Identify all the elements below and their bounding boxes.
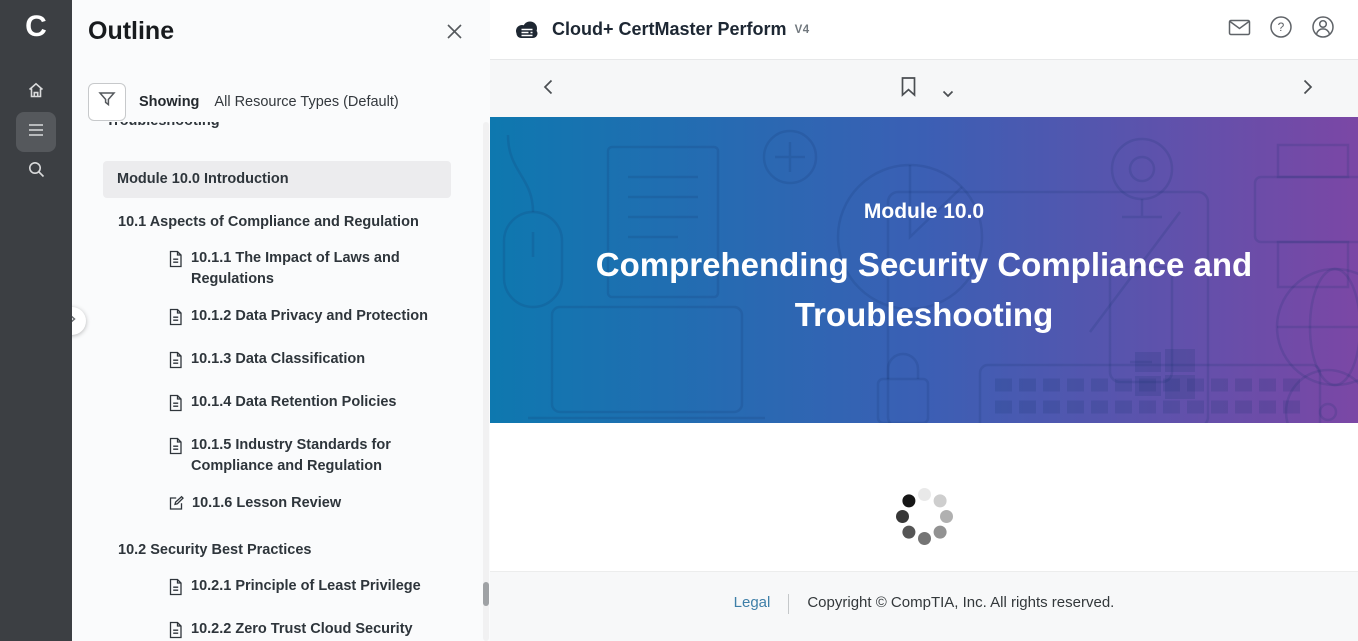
app-title: Cloud+ CertMaster Perform bbox=[552, 19, 787, 40]
outline-menu-button[interactable] bbox=[16, 112, 56, 152]
outline-item[interactable]: 10.1.3 Data Classification bbox=[103, 341, 482, 384]
page-footer: Legal Copyright © CompTIA, Inc. All righ… bbox=[490, 571, 1358, 641]
home-icon bbox=[26, 81, 46, 104]
lesson-toolbar bbox=[490, 60, 1358, 117]
left-rail: C bbox=[0, 0, 72, 641]
chevron-down-icon bbox=[942, 85, 954, 103]
close-icon bbox=[446, 23, 463, 45]
outline-item-label: Troubleshooting bbox=[106, 122, 482, 129]
outline-scrollbar-track[interactable] bbox=[483, 122, 489, 641]
chevron-right-icon bbox=[1303, 79, 1313, 100]
app-screen: C Outline bbox=[0, 0, 1358, 641]
outline-items: Module 10.0 Introduction 10.1 Aspects of… bbox=[103, 161, 482, 641]
loading-spinner bbox=[892, 484, 956, 548]
outline-item-label: 10.1.5 Industry Standards for Compliance… bbox=[191, 435, 429, 477]
outline-item-label: 10.1.2 Data Privacy and Protection bbox=[191, 306, 428, 327]
document-icon bbox=[168, 621, 183, 641]
document-icon bbox=[168, 578, 183, 603]
comptia-logo: C bbox=[0, 10, 72, 44]
legal-link[interactable]: Legal bbox=[734, 594, 771, 611]
outline-item-partial[interactable]: Troubleshooting bbox=[106, 122, 482, 139]
outline-title: Outline bbox=[88, 17, 174, 46]
bookmark-button[interactable] bbox=[896, 77, 920, 101]
main-area: Cloud+ CertMaster Perform V4 ? bbox=[490, 0, 1358, 641]
resource-filter-row: Showing All Resource Types (Default) bbox=[88, 83, 399, 121]
app-header: Cloud+ CertMaster Perform V4 ? bbox=[490, 0, 1358, 60]
chevron-left-icon bbox=[543, 79, 553, 100]
lesson-content bbox=[490, 423, 1358, 571]
footer-divider bbox=[788, 594, 789, 614]
search-button[interactable] bbox=[16, 152, 56, 192]
outline-item[interactable]: 10.1.4 Data Retention Policies bbox=[103, 384, 482, 427]
outline-panel: Outline Showing All Resource Types (Defa… bbox=[72, 0, 490, 641]
outline-item-label: 10.1 Aspects of Compliance and Regulatio… bbox=[118, 214, 419, 230]
lesson-review-icon bbox=[168, 495, 184, 518]
app-version: V4 bbox=[795, 24, 810, 36]
copyright-text: Copyright © CompTIA, Inc. All rights res… bbox=[807, 594, 1114, 611]
outline-list: Troubleshooting Module 10.0 Introduction… bbox=[72, 122, 482, 641]
close-outline-button[interactable] bbox=[442, 22, 466, 46]
cloud-list-icon bbox=[512, 19, 542, 41]
mail-icon bbox=[1228, 19, 1251, 41]
outline-item[interactable]: 10.2 Security Best Practices bbox=[103, 533, 482, 568]
outline-item-label: 10.1.6 Lesson Review bbox=[192, 493, 341, 514]
document-icon bbox=[168, 437, 183, 462]
outline-item-label: 10.2 Security Best Practices bbox=[118, 542, 311, 558]
outline-item-label: 10.1.4 Data Retention Policies bbox=[191, 392, 397, 413]
account-button[interactable] bbox=[1310, 17, 1336, 43]
outline-item-label: 10.1.1 The Impact of Laws and Regulation… bbox=[191, 248, 429, 290]
outline-item[interactable]: 10.2.2 Zero Trust Cloud Security bbox=[103, 611, 482, 641]
help-button[interactable]: ? bbox=[1268, 17, 1294, 43]
svg-text:?: ? bbox=[1278, 20, 1285, 34]
home-button[interactable] bbox=[16, 72, 56, 112]
outline-item[interactable]: 10.1.1 The Impact of Laws and Regulation… bbox=[103, 240, 482, 298]
outline-item[interactable]: Module 10.0 Introduction bbox=[103, 161, 451, 198]
bookmark-menu-button[interactable] bbox=[936, 82, 960, 106]
document-icon bbox=[168, 351, 183, 376]
account-icon bbox=[1311, 15, 1335, 44]
outline-scrollbar-thumb[interactable] bbox=[483, 582, 489, 606]
outline-item[interactable]: 10.1.6 Lesson Review bbox=[103, 485, 482, 526]
outline-item[interactable]: 10.1.2 Data Privacy and Protection bbox=[103, 298, 482, 341]
outline-item-label: 10.2.1 Principle of Least Privilege bbox=[191, 576, 421, 597]
outline-item-label: 10.1.3 Data Classification bbox=[191, 349, 365, 370]
search-icon bbox=[27, 160, 46, 184]
filter-value: All Resource Types (Default) bbox=[214, 94, 398, 110]
outline-item[interactable]: 10.2.1 Principle of Least Privilege bbox=[103, 568, 482, 611]
previous-page-button[interactable] bbox=[536, 77, 560, 101]
filter-button[interactable] bbox=[88, 83, 126, 121]
menu-icon bbox=[27, 123, 45, 142]
showing-label: Showing bbox=[139, 94, 199, 110]
outline-item-label: Module 10.0 Introduction bbox=[117, 171, 289, 187]
outline-item-label: 10.2.2 Zero Trust Cloud Security bbox=[191, 619, 413, 640]
document-icon bbox=[168, 308, 183, 333]
funnel-icon bbox=[97, 90, 117, 114]
banner-title: Comprehending Security Compliance and Tr… bbox=[559, 240, 1289, 340]
next-page-button[interactable] bbox=[1296, 77, 1320, 101]
help-icon: ? bbox=[1269, 15, 1293, 44]
document-icon bbox=[168, 250, 183, 275]
module-banner: Module 10.0 Comprehending Security Compl… bbox=[490, 117, 1358, 423]
outline-item[interactable]: 10.1 Aspects of Compliance and Regulatio… bbox=[103, 205, 482, 240]
messages-button[interactable] bbox=[1226, 17, 1252, 43]
banner-module-label: Module 10.0 bbox=[864, 200, 984, 224]
bookmark-icon bbox=[900, 76, 917, 102]
outline-item[interactable]: 10.1.5 Industry Standards for Compliance… bbox=[103, 427, 482, 485]
document-icon bbox=[168, 394, 183, 419]
